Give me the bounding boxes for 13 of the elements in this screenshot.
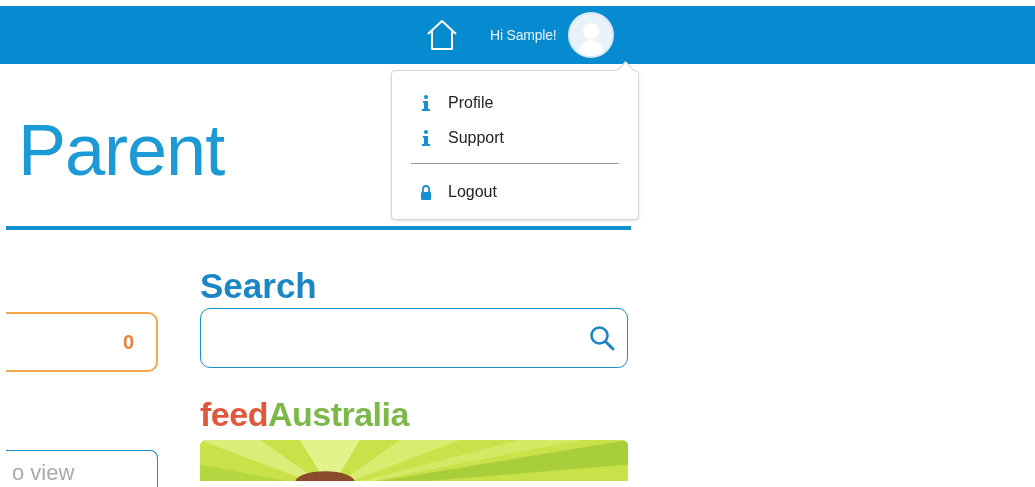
search-heading: Search <box>200 266 318 307</box>
page-title: Parent <box>17 109 225 192</box>
greeting-text: Hi Sample! <box>490 27 557 43</box>
logout-link[interactable]: Logout <box>392 174 638 209</box>
info-icon <box>420 93 432 112</box>
menu-link[interactable]: Profile <box>392 85 638 120</box>
avatar-icon[interactable] <box>568 12 615 58</box>
brand-logo[interactable]: feedAustralia <box>200 392 409 436</box>
info-icon <box>420 128 432 147</box>
menu-link[interactable]: Support <box>392 120 638 155</box>
lock-icon <box>420 182 432 201</box>
search-field[interactable] <box>200 308 628 368</box>
search-icon[interactable] <box>589 325 615 351</box>
